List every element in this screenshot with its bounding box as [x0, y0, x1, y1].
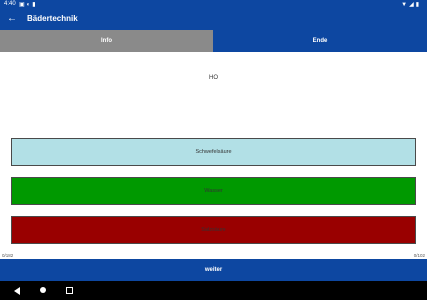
tab-info[interactable]: Info: [0, 30, 213, 52]
question-text: HO: [209, 75, 218, 81]
progress-counter-right: 0/102: [413, 253, 425, 258]
page-title: Bädertechnik: [27, 14, 78, 23]
answer-button-3[interactable]: Salzsäure: [11, 216, 416, 244]
progress-counter-left: 0/182: [2, 253, 14, 258]
status-time: 4:40: [4, 1, 16, 7]
back-arrow-icon[interactable]: ←: [7, 13, 17, 25]
battery-icon: ▮: [415, 2, 421, 8]
nav-home-icon[interactable]: [40, 287, 46, 293]
nav-back-icon[interactable]: [14, 287, 20, 295]
nav-recents-icon[interactable]: [66, 287, 73, 294]
answer-button-2[interactable]: Wasser: [11, 177, 416, 205]
wifi-icon: ▼: [401, 2, 410, 8]
status-bar: 4:40 ▣◐▮ ▼◢▮: [0, 0, 427, 10]
notification-icons: ▣◐▮: [19, 1, 38, 8]
system-icons: ▼◢▮: [401, 1, 421, 8]
notification-icon: ▣: [19, 2, 27, 8]
answer-button-1[interactable]: Schwefelsäure: [11, 138, 416, 166]
system-nav-bar: [0, 281, 427, 300]
tab-ende[interactable]: Ende: [213, 30, 427, 52]
signal-icon: ◢: [409, 2, 416, 8]
tab-bar: Info Ende: [0, 30, 427, 52]
app-bar: ← Bädertechnik: [0, 10, 427, 30]
notification-icon: ▮: [32, 2, 38, 8]
next-button[interactable]: weiter: [0, 259, 427, 281]
